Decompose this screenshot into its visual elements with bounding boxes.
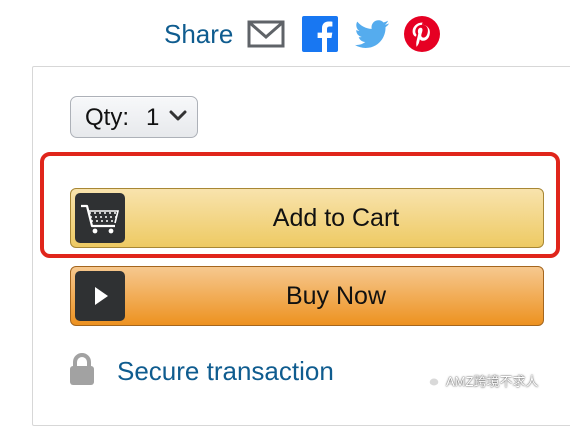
chevron-down-icon — [169, 110, 187, 121]
wechat-icon — [422, 372, 440, 387]
buy-now-label: Buy Now — [285, 282, 387, 310]
cart-icon-box — [75, 193, 125, 243]
watermark-text: AMZ跨境不求人 — [446, 373, 539, 389]
secure-transaction-link[interactable]: Secure transaction — [117, 355, 334, 387]
facebook-icon[interactable] — [300, 14, 340, 54]
play-icon — [95, 287, 108, 305]
email-icon[interactable] — [246, 14, 286, 54]
share-bar: Share — [0, 12, 570, 58]
pinterest-icon[interactable] — [402, 14, 442, 54]
buy-now-button[interactable]: Buy Now — [70, 266, 544, 326]
share-label: Share — [164, 19, 234, 49]
watermark: AMZ跨境不求人 — [422, 368, 538, 392]
cart-icon — [81, 204, 120, 234]
quantity-label: Qty: — [85, 104, 130, 131]
quantity-dropdown[interactable]: Qty: 1 — [70, 96, 198, 138]
quantity-value: 1 — [146, 104, 160, 131]
add-to-cart-label: Add to Cart — [272, 204, 400, 232]
lock-icon — [70, 353, 94, 385]
add-to-cart-button[interactable]: Add to Cart — [70, 188, 544, 248]
twitter-icon[interactable] — [352, 14, 392, 54]
play-icon-box — [75, 271, 125, 321]
